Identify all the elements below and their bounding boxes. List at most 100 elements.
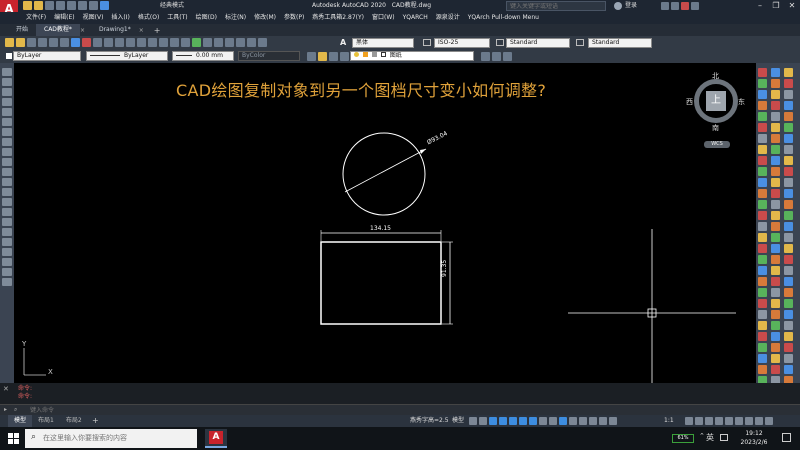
- custom-tool-icon[interactable]: [784, 156, 793, 165]
- model-space-button[interactable]: 模型: [452, 415, 464, 427]
- autodesk-a360-icon[interactable]: [681, 2, 689, 10]
- lineweight-toggle-icon[interactable]: [539, 417, 547, 425]
- make-block-icon[interactable]: [2, 188, 12, 196]
- custom-tool-icon[interactable]: [758, 189, 767, 198]
- menu-item[interactable]: 修改(M): [250, 12, 280, 24]
- custom-tool-icon[interactable]: [771, 90, 780, 99]
- custom-tool-icon[interactable]: [758, 299, 767, 308]
- custom-tool-icon[interactable]: [771, 156, 780, 165]
- menu-item[interactable]: 窗口(W): [368, 12, 399, 24]
- custom-tool-icon[interactable]: [758, 321, 767, 330]
- layer-state-icon[interactable]: [503, 52, 512, 61]
- custom-tool-icon[interactable]: [771, 343, 780, 352]
- match-properties-icon[interactable]: [115, 38, 124, 47]
- save-icon[interactable]: [45, 1, 54, 10]
- custom-tool-icon[interactable]: [771, 134, 780, 143]
- custom-tool-icon[interactable]: [771, 189, 780, 198]
- custom-tool-icon[interactable]: [771, 68, 780, 77]
- construction-line-icon[interactable]: [2, 78, 12, 86]
- layer-freeze-icon[interactable]: [329, 52, 338, 61]
- viewcube-face[interactable]: 上: [706, 91, 726, 111]
- command-search-icon[interactable]: ⌕: [14, 406, 17, 414]
- menu-item[interactable]: YQArch Pull-down Menu: [464, 12, 543, 24]
- viewcube[interactable]: 上 北 南 西 东: [686, 72, 745, 132]
- share-icon[interactable]: [671, 2, 679, 10]
- publish-icon[interactable]: [60, 38, 69, 47]
- custom-tool-icon[interactable]: [758, 134, 767, 143]
- custom-tool-icon[interactable]: [758, 343, 767, 352]
- object-snap-icon[interactable]: [529, 417, 537, 425]
- paste-icon[interactable]: [104, 38, 113, 47]
- windows-start-icon[interactable]: [8, 433, 19, 444]
- tab-close-icon[interactable]: ×: [80, 27, 85, 34]
- search-input[interactable]: [507, 2, 605, 11]
- command-input-bar[interactable]: ▸ ⌕: [0, 404, 800, 415]
- polyline-icon[interactable]: [2, 88, 12, 96]
- custom-tool-icon[interactable]: [771, 277, 780, 286]
- layer-dropdown[interactable]: 图纸: [350, 51, 474, 61]
- design-center-icon[interactable]: [203, 38, 212, 47]
- textstyle-icon[interactable]: [496, 39, 504, 46]
- point-icon[interactable]: [2, 198, 12, 206]
- text-icon[interactable]: [2, 268, 12, 276]
- cut-icon[interactable]: [82, 38, 91, 47]
- gizmo-icon[interactable]: [589, 417, 597, 425]
- quick-properties-icon[interactable]: [715, 417, 723, 425]
- selection-filter-icon[interactable]: [579, 417, 587, 425]
- viewcube-west[interactable]: 西: [686, 97, 693, 107]
- ortho-toggle-icon[interactable]: [489, 417, 497, 425]
- customization-icon[interactable]: [765, 417, 773, 425]
- custom-tool-icon[interactable]: [771, 321, 780, 330]
- zoom-window-icon[interactable]: [170, 38, 179, 47]
- custom-tool-icon[interactable]: [784, 277, 793, 286]
- spline-icon[interactable]: [2, 148, 12, 156]
- viewcube-south[interactable]: 南: [712, 123, 719, 133]
- login-link[interactable]: 登录: [625, 0, 637, 12]
- custom-tool-icon[interactable]: [784, 145, 793, 154]
- new-tab-icon[interactable]: +: [154, 26, 161, 35]
- ime-indicator[interactable]: 英: [706, 432, 714, 443]
- custom-tool-icon[interactable]: [771, 211, 780, 220]
- calculator-icon[interactable]: [247, 38, 256, 47]
- undo-icon[interactable]: [126, 38, 135, 47]
- custom-tool-icon[interactable]: [758, 365, 767, 374]
- custom-tool-icon[interactable]: [771, 365, 780, 374]
- selection-cycling-icon[interactable]: [559, 417, 567, 425]
- custom-tool-icon[interactable]: [784, 266, 793, 275]
- custom-tool-icon[interactable]: [758, 266, 767, 275]
- help-icon[interactable]: [258, 38, 267, 47]
- layer-properties-icon[interactable]: [307, 52, 316, 61]
- auto-scale-icon[interactable]: [609, 417, 617, 425]
- menu-item[interactable]: 工具(T): [163, 12, 191, 24]
- custom-tool-icon[interactable]: [784, 299, 793, 308]
- taskbar-search-box[interactable]: ⌕: [25, 429, 197, 448]
- redo-icon[interactable]: [137, 38, 146, 47]
- make-current-icon[interactable]: [481, 52, 490, 61]
- plot-icon[interactable]: [67, 1, 76, 10]
- custom-tool-icon[interactable]: [784, 288, 793, 297]
- custom-tool-icon[interactable]: [758, 244, 767, 253]
- custom-tool-icon[interactable]: [771, 178, 780, 187]
- grid-toggle-icon[interactable]: [469, 417, 477, 425]
- layer-on-icon[interactable]: [318, 52, 327, 61]
- custom-tool-icon[interactable]: [758, 332, 767, 341]
- ellipse-arc-icon[interactable]: [2, 168, 12, 176]
- menu-item[interactable]: 视图(V): [79, 12, 108, 24]
- linetype-dropdown[interactable]: ByLayer: [86, 51, 168, 61]
- file-tab[interactable]: CAD教程*: [36, 24, 80, 36]
- custom-tool-icon[interactable]: [784, 321, 793, 330]
- custom-tool-icon[interactable]: [771, 288, 780, 297]
- menu-item[interactable]: 文件(F): [22, 12, 50, 24]
- menu-item[interactable]: 源泉设计: [432, 12, 464, 24]
- custom-tool-icon[interactable]: [758, 79, 767, 88]
- custom-tool-icon[interactable]: [771, 354, 780, 363]
- custom-tool-icon[interactable]: [771, 200, 780, 209]
- polar-toggle-icon[interactable]: [499, 417, 507, 425]
- clock[interactable]: 19:12 2023/2/6: [734, 429, 774, 447]
- custom-tool-icon[interactable]: [758, 222, 767, 231]
- circle-icon[interactable]: [2, 128, 12, 136]
- custom-tool-icon[interactable]: [784, 200, 793, 209]
- custom-tool-icon[interactable]: [784, 365, 793, 374]
- menu-item[interactable]: 标注(N): [221, 12, 250, 24]
- save-as-icon[interactable]: [56, 1, 65, 10]
